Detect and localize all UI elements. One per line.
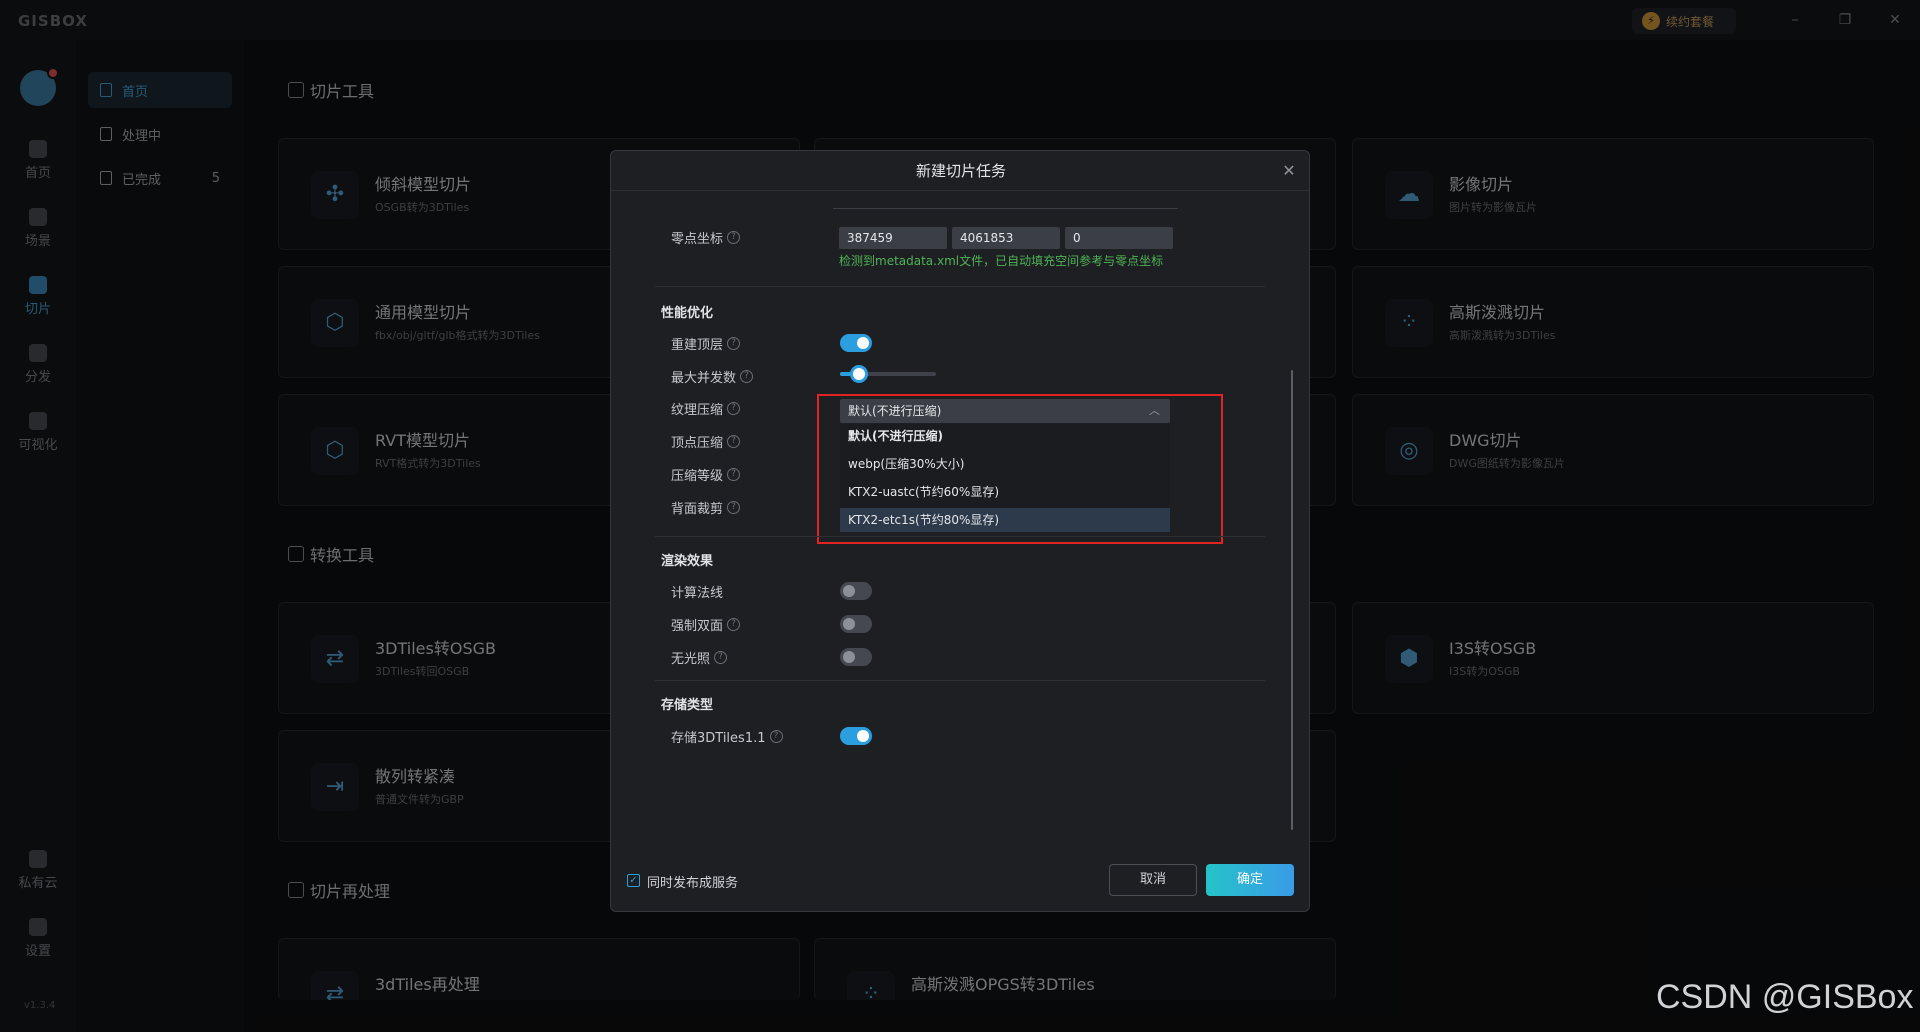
compress-level-label: 压缩等级 ?: [671, 465, 741, 484]
help-icon[interactable]: ?: [740, 370, 754, 383]
help-icon[interactable]: ?: [727, 435, 741, 448]
backface-cull-label: 背面裁剪 ?: [671, 498, 741, 517]
double-side-toggle[interactable]: [840, 615, 872, 633]
field-underline: [833, 208, 1178, 209]
group-title-storage: 存储类型: [661, 698, 714, 713]
tiles11-label: 存储3DTiles1.1 ?: [671, 727, 783, 746]
unlit-label-text: 无光照: [671, 652, 711, 667]
group-title-performance: 性能优化: [661, 306, 714, 321]
zero-coord-z-input[interactable]: 0: [1065, 227, 1173, 249]
max-concurrency-label: 最大并发数 ?: [671, 367, 754, 386]
zero-coord-label-text: 零点坐标: [671, 232, 724, 247]
zero-coord-y-input[interactable]: 4061853: [952, 227, 1060, 249]
normals-label: 计算法线: [671, 582, 723, 601]
toggle-knob: [857, 337, 869, 349]
help-icon[interactable]: ?: [769, 730, 783, 743]
help-icon[interactable]: ?: [727, 231, 741, 244]
unlit-toggle[interactable]: [840, 648, 872, 666]
rebuild-top-label-text: 重建顶层: [671, 338, 724, 353]
texture-compress-label-text: 纹理压缩: [671, 403, 724, 418]
vertex-compress-label: 顶点压缩 ?: [671, 432, 741, 451]
texture-compress-label: 纹理压缩 ?: [671, 399, 741, 418]
zero-coord-x-input[interactable]: 387459: [839, 227, 947, 249]
help-icon[interactable]: ?: [727, 468, 741, 481]
dialog-footer: ✓ 同时发布成服务 取消 确定: [611, 852, 1309, 911]
help-icon[interactable]: ?: [727, 337, 741, 350]
dialog-body[interactable]: 零点坐标 ? 387459 4061853 0 检测到metadata.xml文…: [611, 192, 1309, 852]
toggle-knob: [857, 730, 869, 742]
divider: [655, 536, 1265, 537]
vertex-compress-label-text: 顶点压缩: [671, 436, 724, 451]
divider: [655, 680, 1265, 681]
dialog-scrollbar[interactable]: [1291, 370, 1293, 830]
metadata-detected-hint: 检测到metadata.xml文件，已自动填充空间参考与零点坐标: [839, 254, 1164, 268]
app-window: GISBOX ⚡ 续约套餐 – ❐ ✕ 首页 场景 切片 分发 可视化 私有云 …: [0, 0, 1920, 1032]
cancel-button[interactable]: 取消: [1109, 864, 1197, 896]
help-icon[interactable]: ?: [727, 402, 741, 415]
zero-coord-label: 零点坐标 ?: [671, 228, 741, 247]
unlit-label: 无光照 ?: [671, 648, 728, 667]
normals-toggle[interactable]: [840, 582, 872, 600]
publish-service-label[interactable]: 同时发布成服务: [647, 872, 738, 891]
highlight-annotation-box: [817, 394, 1223, 544]
tiles11-toggle[interactable]: [840, 727, 872, 745]
watermark: CSDN @GISBox: [1656, 978, 1914, 1016]
slider-thumb[interactable]: [850, 365, 868, 383]
max-concurrency-slider[interactable]: [840, 365, 936, 383]
publish-service-checkbox[interactable]: ✓: [627, 874, 640, 887]
double-side-label: 强制双面 ?: [671, 615, 741, 634]
toggle-knob: [843, 585, 855, 597]
toggle-knob: [843, 651, 855, 663]
help-icon[interactable]: ?: [727, 618, 741, 631]
normals-label-text: 计算法线: [671, 586, 724, 601]
rebuild-top-label: 重建顶层 ?: [671, 334, 741, 353]
help-icon[interactable]: ?: [714, 651, 728, 664]
backface-cull-label-text: 背面裁剪: [671, 502, 724, 517]
tiles11-label-text: 存储3DTiles1.1: [671, 731, 766, 746]
close-icon[interactable]: ✕: [1279, 161, 1299, 181]
group-title-render: 渲染效果: [661, 554, 714, 569]
dialog-header: 新建切片任务 ✕: [611, 151, 1309, 191]
confirm-button[interactable]: 确定: [1206, 864, 1294, 896]
dialog-title: 新建切片任务: [915, 162, 1006, 180]
toggle-knob: [843, 618, 855, 630]
help-icon[interactable]: ?: [727, 501, 741, 514]
new-tile-task-dialog: 新建切片任务 ✕ 零点坐标 ? 387459 4061853 0 检测到meta…: [610, 150, 1310, 912]
rebuild-top-toggle[interactable]: [840, 334, 872, 352]
double-side-label-text: 强制双面: [671, 619, 724, 634]
compress-level-label-text: 压缩等级: [671, 469, 724, 484]
max-concurrency-label-text: 最大并发数: [671, 371, 737, 386]
divider: [655, 286, 1265, 287]
